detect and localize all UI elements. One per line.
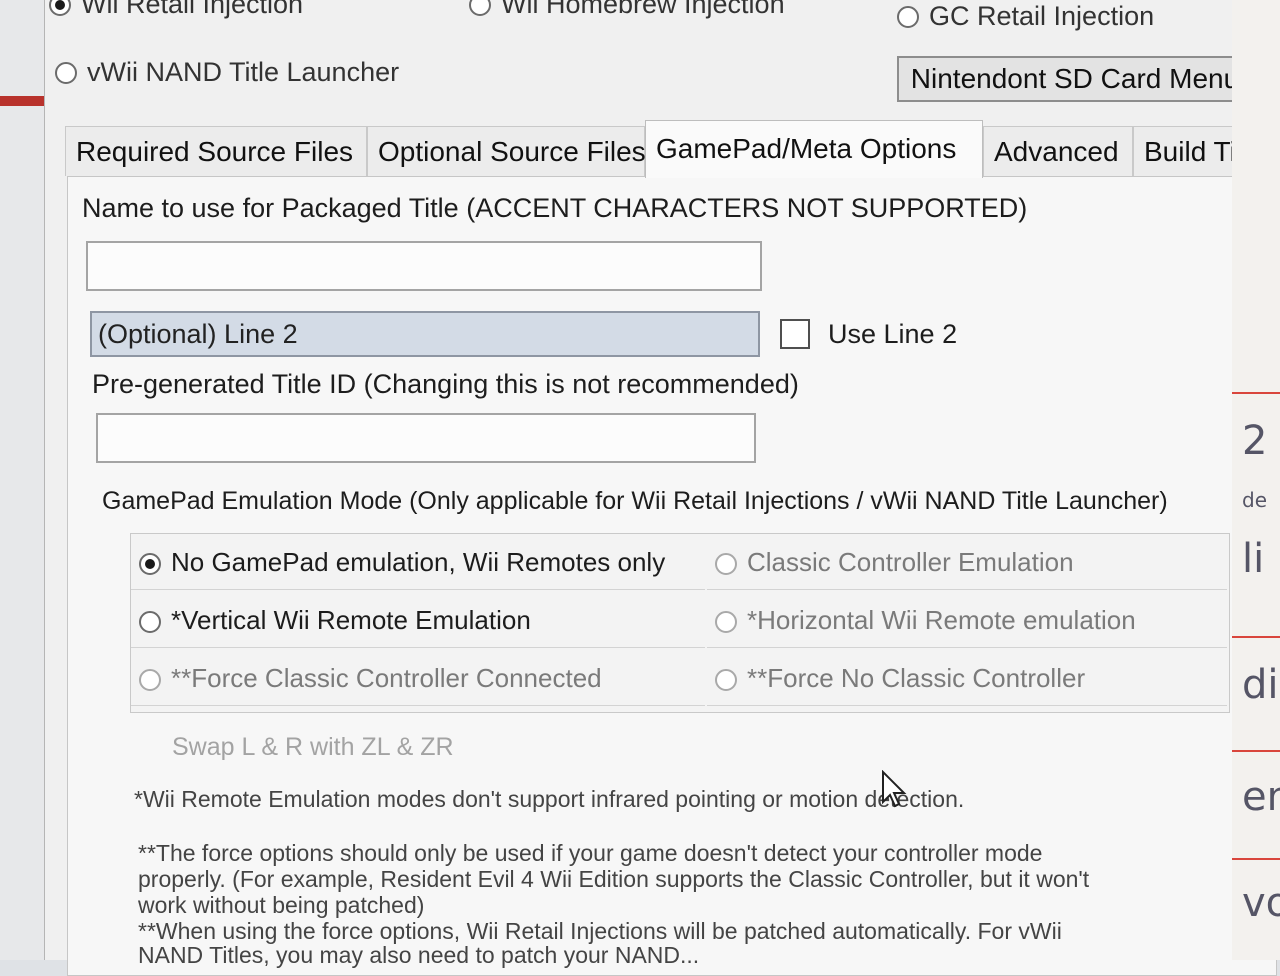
background-red-line	[1232, 858, 1280, 860]
radio-indicator	[469, 0, 491, 16]
background-text-fragment: dic	[1242, 662, 1280, 708]
radio-indicator	[715, 611, 737, 634]
gc-retail-injection-radio[interactable]: GC Retail Injection	[897, 0, 1154, 32]
line2-field[interactable]	[90, 311, 760, 357]
packaged-title-name-label: Name to use for Packaged Title (ACCENT C…	[82, 193, 1028, 223]
gamepad-meta-panel: Name to use for Packaged Title (ACCENT C…	[67, 176, 1277, 976]
tab-gamepad-meta-options[interactable]: GamePad/Meta Options	[645, 120, 983, 178]
injector-window: Wii Retail Injection Wii Homebrew Inject…	[44, 0, 1280, 976]
option-force-classic-controller-connected[interactable]: **Force Classic Controller Connected	[131, 650, 705, 706]
note-force-options-line3: work without being patched)	[138, 892, 425, 918]
packaged-title-name-input[interactable]	[88, 243, 760, 289]
radio-indicator	[715, 669, 737, 692]
background-text-fragment: voti	[1242, 880, 1280, 926]
gamepad-emulation-options: No GamePad emulation, Wii Remotes only C…	[130, 533, 1230, 713]
option-label: **Force Classic Controller Connected	[171, 663, 602, 693]
option-no-gamepad-emulation[interactable]: No GamePad emulation, Wii Remotes only	[131, 534, 705, 590]
option-horizontal-wii-remote-emulation[interactable]: *Horizontal Wii Remote emulation	[707, 592, 1227, 648]
background-red-bar	[0, 96, 44, 106]
nintendont-sd-card-menu-button[interactable]: Nintendont SD Card Menu	[897, 56, 1253, 102]
radio-indicator	[897, 5, 919, 28]
mouse-cursor-icon	[882, 770, 907, 808]
option-label: *Horizontal Wii Remote emulation	[747, 605, 1136, 635]
title-id-label: Pre-generated Title ID (Changing this is…	[92, 369, 799, 399]
note-force-options-line2: properly. (For example, Resident Evil 4 …	[138, 866, 1090, 892]
background-text-fragment: de	[1242, 488, 1267, 512]
background-text-fragment: li	[1242, 536, 1265, 582]
option-force-no-classic-controller[interactable]: **Force No Classic Controller	[707, 650, 1227, 706]
tab-advanced[interactable]: Advanced	[983, 126, 1133, 176]
use-line2-checkbox[interactable]	[780, 319, 810, 349]
wii-retail-injection-radio[interactable]: Wii Retail Injection	[49, 0, 303, 20]
option-label: *Vertical Wii Remote Emulation	[171, 605, 531, 635]
gamepad-emulation-group-label: GamePad Emulation Mode (Only applicable …	[102, 487, 1168, 515]
title-id-field[interactable]	[96, 413, 756, 463]
wii-retail-injection-label: Wii Retail Injection	[81, 0, 304, 20]
tab-strip: Required Source Files Optional Source Fi…	[65, 120, 1277, 180]
vwii-nand-title-launcher-label: vWii NAND Title Launcher	[87, 57, 400, 88]
note-patching-line2: NAND Titles, you may also need to patch …	[138, 942, 700, 968]
radio-indicator	[49, 0, 71, 16]
note-force-options-line1: **The force options should only be used …	[138, 840, 1043, 866]
radio-indicator	[55, 61, 77, 84]
tab-required-source-files[interactable]: Required Source Files	[65, 126, 367, 176]
radio-indicator	[715, 553, 737, 576]
line2-input[interactable]	[92, 313, 758, 355]
background-text-fragment: 2	[1242, 418, 1268, 464]
vwii-nand-title-launcher-radio[interactable]: vWii NAND Title Launcher	[55, 56, 399, 88]
option-vertical-wii-remote-emulation[interactable]: *Vertical Wii Remote Emulation	[131, 592, 705, 648]
option-label: **Force No Classic Controller	[747, 663, 1086, 693]
gc-retail-injection-label: GC Retail Injection	[929, 1, 1155, 32]
background-desktop-left	[0, 0, 44, 960]
note-wii-remote-modes: *Wii Remote Emulation modes don't suppor…	[134, 786, 965, 812]
background-red-line	[1232, 750, 1280, 752]
background-red-line	[1232, 636, 1280, 638]
swap-lr-zlzr-option[interactable]: Swap L & R with ZL & ZR	[172, 733, 454, 762]
option-classic-controller-emulation[interactable]: Classic Controller Emulation	[707, 534, 1227, 590]
wii-homebrew-injection-radio[interactable]: Wii Homebrew Injection	[469, 0, 785, 20]
background-window-right: 2 de li dic enz voti	[1232, 0, 1280, 960]
radio-indicator	[139, 553, 161, 576]
tab-optional-source-files[interactable]: Optional Source Files	[367, 126, 646, 176]
option-label: Classic Controller Emulation	[747, 547, 1074, 577]
radio-indicator	[139, 611, 161, 634]
title-id-input[interactable]	[98, 415, 754, 461]
option-label: No GamePad emulation, Wii Remotes only	[171, 547, 666, 577]
radio-indicator	[139, 669, 161, 692]
wii-homebrew-injection-label: Wii Homebrew Injection	[501, 0, 785, 20]
background-text-fragment: enz	[1242, 774, 1280, 820]
packaged-title-name-field[interactable]	[86, 241, 762, 291]
use-line2-label: Use Line 2	[828, 319, 958, 349]
background-red-line	[1232, 392, 1280, 394]
